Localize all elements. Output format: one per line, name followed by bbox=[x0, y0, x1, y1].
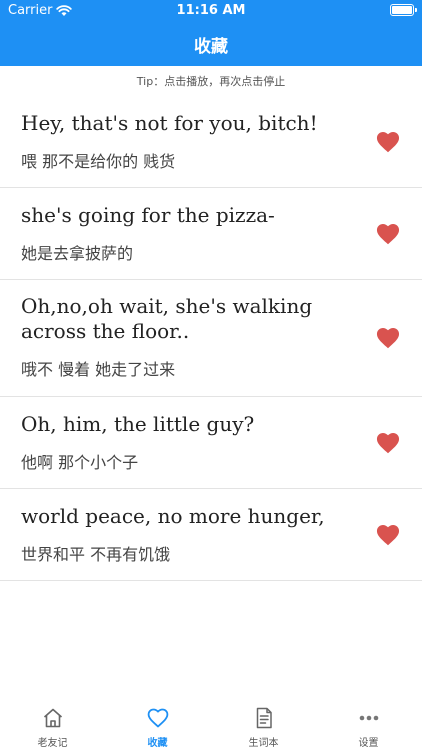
tab-label: 老友记 bbox=[37, 738, 68, 749]
battery-icon bbox=[390, 4, 417, 16]
sentence-english: Oh, him, the little guy? bbox=[21, 412, 255, 436]
favorite-text: Hey, that's not for you, bitch! 喂 那不是给你的… bbox=[0, 96, 422, 172]
favorite-item[interactable]: world peace, no more hunger, 世界和平 不再有饥饿 bbox=[0, 489, 422, 581]
tab-settings[interactable]: 设置 bbox=[316, 706, 421, 749]
sentence-chinese: 哦不 慢着 她走了过来 bbox=[21, 360, 176, 379]
sentence-chinese: 她是去拿披萨的 bbox=[21, 244, 134, 263]
sentence-english: world peace, no more hunger, bbox=[21, 504, 325, 528]
heart-icon[interactable] bbox=[375, 522, 401, 548]
notebook-icon bbox=[256, 707, 272, 729]
tip-text: Tip：点击播放，再次点击停止 bbox=[136, 75, 286, 88]
sentence-chinese: 喂 那不是给你的 贱货 bbox=[21, 152, 176, 171]
status-time: 11:16 AM bbox=[176, 3, 246, 18]
nav-header: Carrier 11:16 AM 收藏 bbox=[0, 0, 422, 66]
favorite-item[interactable]: she's going for the pizza- 她是去拿披萨的 bbox=[0, 188, 422, 280]
sentence-english: Hey, that's not for you, bitch! bbox=[21, 111, 318, 135]
favorite-text: she's going for the pizza- 她是去拿披萨的 bbox=[0, 188, 422, 264]
tab-vocabulary[interactable]: 生词本 bbox=[211, 706, 316, 749]
favorite-item[interactable]: Oh, him, the little guy? 他啊 那个小个子 bbox=[0, 397, 422, 489]
heart-outline-icon bbox=[147, 708, 168, 728]
tab-label: 收藏 bbox=[147, 738, 168, 749]
favorite-text: world peace, no more hunger, 世界和平 不再有饥饿 bbox=[0, 489, 422, 565]
favorites-list: Hey, that's not for you, bitch! 喂 那不是给你的… bbox=[0, 96, 422, 581]
heart-icon[interactable] bbox=[375, 325, 401, 351]
heart-icon[interactable] bbox=[375, 129, 401, 155]
sentence-english: she's going for the pizza- bbox=[21, 203, 275, 227]
tab-label: 设置 bbox=[358, 738, 379, 749]
heart-icon[interactable] bbox=[375, 430, 401, 456]
tab-label: 生词本 bbox=[248, 738, 279, 749]
favorite-item[interactable]: Oh,no,oh wait, she's walking across the … bbox=[0, 280, 422, 397]
page-title: 收藏 bbox=[194, 37, 228, 57]
favorite-item[interactable]: Hey, that's not for you, bitch! 喂 那不是给你的… bbox=[0, 96, 422, 188]
sentence-chinese: 他啊 那个小个子 bbox=[21, 453, 139, 472]
favorite-text: Oh, him, the little guy? 他啊 那个小个子 bbox=[0, 397, 422, 473]
status-bar: Carrier 11:16 AM bbox=[0, 0, 422, 22]
tab-bar: 老友记 收藏 生词本 设置 bbox=[0, 700, 422, 750]
more-icon bbox=[359, 715, 378, 721]
tab-friends[interactable]: 老友记 bbox=[0, 706, 105, 749]
heart-icon[interactable] bbox=[375, 221, 401, 247]
sentence-english: Oh,no,oh wait, she's walking across the … bbox=[21, 294, 313, 343]
home-icon bbox=[43, 708, 62, 728]
tab-favorites[interactable]: 收藏 bbox=[105, 706, 210, 749]
sentence-chinese: 世界和平 不再有饥饿 bbox=[21, 545, 171, 564]
favorite-text: Oh,no,oh wait, she's walking across the … bbox=[0, 280, 422, 380]
